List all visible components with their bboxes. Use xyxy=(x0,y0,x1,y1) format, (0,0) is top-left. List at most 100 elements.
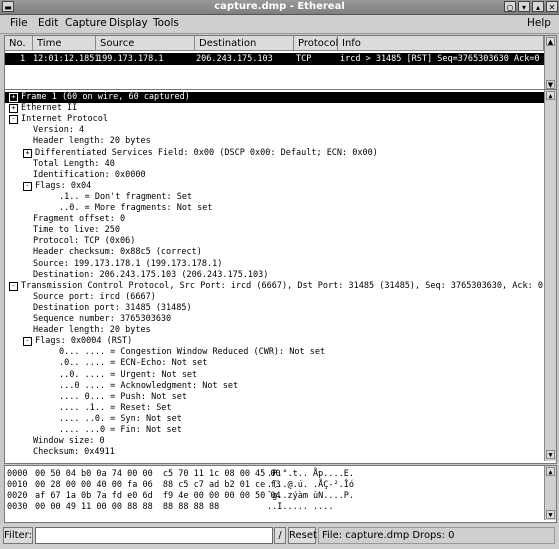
packet-source: 199.173.178.1 xyxy=(97,54,164,64)
collapse-icon[interactable]: - xyxy=(23,181,32,191)
scroll-up-icon[interactable]: ▲ xyxy=(546,91,555,100)
tree-item-label: ..0. .... = Urgent: Not set xyxy=(59,369,198,380)
tree-item[interactable]: Total Length: 40 xyxy=(33,159,115,170)
tree-item[interactable]: Destination port: 31485 (31485) xyxy=(33,303,192,314)
reset-button[interactable]: Reset xyxy=(288,527,317,544)
tree-node[interactable]: - Flags: 0x04 xyxy=(23,181,91,192)
tree-item[interactable]: .0.. .... = ECN-Echo: Not set xyxy=(59,358,207,369)
tree-item-label: Source: 199.173.178.1 (199.173.178.1) xyxy=(33,258,223,269)
status-bar: Filter: / Reset File: capture.dmp Drops:… xyxy=(0,524,559,549)
tree-item-label: Internet Protocol xyxy=(21,114,108,125)
tree-item-label: ...0 .... = Acknowledgment: Not set xyxy=(59,380,239,391)
tree-item[interactable]: .... ..0. = Syn: Not set xyxy=(59,414,182,425)
tree-item-label: Fragment offset: 0 xyxy=(33,214,126,225)
tree-item[interactable]: .... ...0 = Fin: Not set xyxy=(59,425,182,436)
tree-item[interactable]: Version: 4 xyxy=(33,125,84,136)
close-icon[interactable]: ✕ xyxy=(546,1,558,12)
packet-list-scrollbar[interactable]: ▲ ▼ xyxy=(544,36,556,90)
menu-tools[interactable]: Tools xyxy=(153,17,179,29)
hex-pane[interactable]: 0000 00 50 04 b0 0a 74 00 00 c5 70 11 1c … xyxy=(4,465,557,523)
tree-node[interactable]: - Internet Protocol xyxy=(9,114,108,125)
menu-edit[interactable]: Edit xyxy=(38,17,58,29)
tree-item-label: Protocol: TCP (0x06) xyxy=(33,236,136,247)
scroll-up-icon[interactable]: ▲ xyxy=(546,467,555,476)
scroll-down-icon[interactable]: ▼ xyxy=(546,80,555,89)
hex-offset: 0020 xyxy=(7,491,28,501)
maximize-icon[interactable]: ▴ xyxy=(532,1,544,12)
hex-ascii: ..I..... .... xyxy=(267,502,334,512)
tree-item[interactable]: .1.. = Don't fragment: Set xyxy=(59,192,192,203)
packet-list[interactable]: No. Time Source Destination Protocol Inf… xyxy=(4,35,557,93)
collapse-icon[interactable]: - xyxy=(23,337,32,347)
column-header-source[interactable]: Source xyxy=(96,36,195,51)
column-header-protocol[interactable]: Protocol xyxy=(294,36,338,51)
tree-item[interactable]: .... 0... = Push: Not set xyxy=(59,392,187,403)
protocol-tree[interactable]: + Frame 1 (60 on wire, 60 captured) + Ether… xyxy=(4,89,557,464)
menu-bar: File Edit Capture Display Tools Help xyxy=(0,15,559,34)
tree-item[interactable]: Header length: 20 bytes xyxy=(33,136,151,147)
tree-item[interactable]: Time to live: 250 xyxy=(33,225,120,236)
tree-node[interactable]: + Differentiated Services Field: 0x00 (DS… xyxy=(23,148,378,159)
tree-item[interactable]: ..0. = More fragments: Not set xyxy=(59,203,213,214)
clear-filter-icon[interactable]: / xyxy=(274,527,286,544)
tree-item[interactable]: Protocol: TCP (0x06) xyxy=(33,236,135,247)
expand-icon[interactable]: + xyxy=(9,93,18,102)
filter-input[interactable] xyxy=(35,527,273,544)
hex-bytes: 00 50 04 b0 0a 74 00 00 c5 70 11 1c 08 0… xyxy=(35,469,281,479)
menu-display[interactable]: Display xyxy=(109,17,148,29)
tree-item[interactable]: Identification: 0x0000 xyxy=(33,170,146,181)
hex-offset: 0000 xyxy=(7,469,28,479)
tree-node[interactable]: + Ethernet II xyxy=(9,103,77,114)
tree-item-label: .1.. = Don't fragment: Set xyxy=(59,191,193,202)
menu-help[interactable]: Help xyxy=(527,17,551,29)
packet-protocol: TCP xyxy=(296,54,312,64)
hex-bytes: 00 28 00 00 40 00 fa 06 88 c5 c7 ad b2 0… xyxy=(35,480,281,490)
tree-node[interactable]: - Transmission Control Protocol, Src Port… xyxy=(9,281,543,292)
shade-icon[interactable]: ○ xyxy=(504,1,516,12)
tree-item-label: Destination port: 31485 (31485) xyxy=(33,302,192,313)
tree-item[interactable]: Header checksum: 0x88c5 (correct) xyxy=(33,247,202,258)
tree-item-label: Header checksum: 0x88c5 (correct) xyxy=(33,247,202,258)
tree-item[interactable]: Fragment offset: 0 xyxy=(33,214,125,225)
tree-item-label: Ethernet II xyxy=(21,103,78,114)
tree-item-label: Checksum: 0x4911 xyxy=(33,447,115,458)
tree-item[interactable]: Checksum: 0x4911 xyxy=(33,447,115,458)
filter-button[interactable]: Filter: xyxy=(3,527,33,544)
tree-item-label: Flags: 0x04 xyxy=(35,180,92,191)
scroll-down-icon[interactable]: ▼ xyxy=(546,450,555,459)
menu-capture[interactable]: Capture xyxy=(65,17,107,29)
hex-bytes: 00 00 49 11 00 00 88 88 88 88 88 88 xyxy=(35,502,220,512)
tree-item[interactable]: ...0 .... = Acknowledgment: Not set xyxy=(59,381,238,392)
collapse-icon[interactable]: - xyxy=(9,115,18,125)
minimize-icon[interactable]: ▾ xyxy=(518,1,530,12)
tree-item[interactable]: Window size: 0 xyxy=(33,436,105,447)
column-header-destination[interactable]: Destination xyxy=(195,36,294,51)
scroll-up-icon[interactable]: ▲ xyxy=(546,37,555,46)
tree-item-label: Version: 4 xyxy=(33,125,85,136)
column-header-time[interactable]: Time xyxy=(33,36,96,51)
tree-item[interactable]: Destination: 206.243.175.103 (206.243.17… xyxy=(33,270,268,281)
column-header-no[interactable]: No. xyxy=(5,36,33,51)
window-title: capture.dmp - Ethereal xyxy=(214,1,345,12)
menu-file[interactable]: File xyxy=(10,17,28,29)
tree-node[interactable]: - Flags: 0x0004 (RST) xyxy=(23,336,132,347)
tree-scrollbar[interactable]: ▲ ▼ xyxy=(544,90,556,461)
tree-node[interactable]: + Frame 1 (60 on wire, 60 captured) xyxy=(5,92,544,103)
tree-item[interactable]: 0... .... = Congestion Window Reduced (C… xyxy=(59,347,325,358)
collapse-icon[interactable]: - xyxy=(9,281,18,291)
tree-item[interactable]: .... .1.. = Reset: Set xyxy=(59,403,172,414)
tree-item[interactable]: ..0. .... = Urgent: Not set xyxy=(59,370,197,381)
expand-icon[interactable]: + xyxy=(9,104,18,114)
expand-icon[interactable]: + xyxy=(23,148,32,158)
tree-item[interactable]: Source: 199.173.178.1 (199.173.178.1) xyxy=(33,259,222,270)
column-header-info[interactable]: Info xyxy=(338,36,544,51)
packet-info: ircd > 31485 [RST] Seq=3765303630 Ack=0 … xyxy=(340,54,557,64)
tree-item[interactable]: Source port: ircd (6667) xyxy=(33,292,156,303)
tree-item-label: Transmission Control Protocol, Src Port:… xyxy=(21,280,543,291)
packet-destination: 206.243.175.103 xyxy=(196,54,273,64)
scroll-down-icon[interactable]: ▼ xyxy=(546,510,555,519)
tree-item[interactable]: Sequence number: 3765303630 xyxy=(33,314,171,325)
hex-scrollbar[interactable]: ▲ ▼ xyxy=(544,466,556,520)
tree-item[interactable]: Header length: 20 bytes xyxy=(33,325,151,336)
packet-row[interactable]: 1 12:01:12.1851 199.173.178.1 206.243.17… xyxy=(5,53,556,65)
